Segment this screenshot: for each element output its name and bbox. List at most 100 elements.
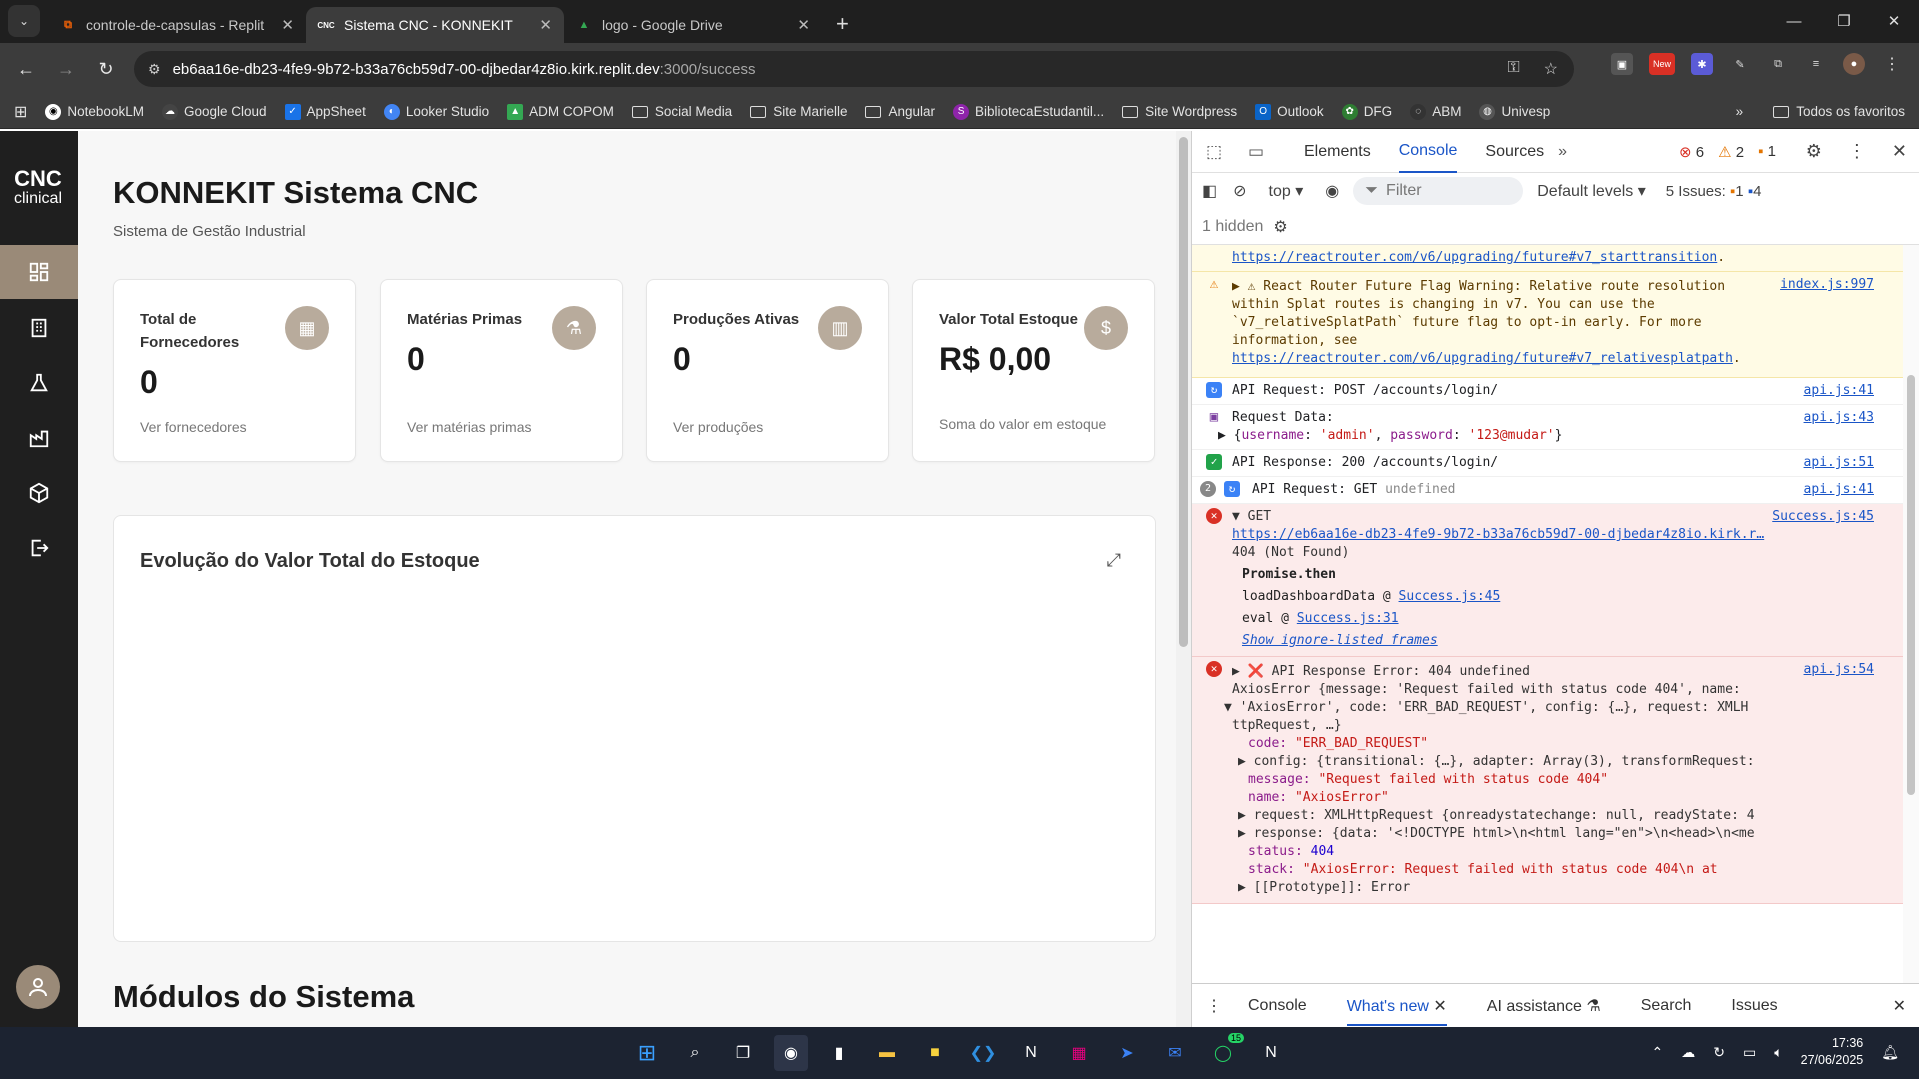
expand-icon[interactable]: ⤢ bbox=[1107, 550, 1121, 571]
issues-button[interactable]: 5 Issues: ▪1 ▪4 bbox=[1666, 183, 1762, 200]
obj-prototype[interactable]: ▶ [[Prototype]]: Error bbox=[1238, 879, 1874, 897]
apps-grid-icon[interactable]: ⊞ bbox=[14, 102, 27, 122]
bookmark-univesp[interactable]: ◍ Univesp bbox=[1479, 103, 1550, 120]
console-scrollbar[interactable] bbox=[1903, 245, 1919, 983]
notion-icon[interactable]: N bbox=[1254, 1035, 1288, 1071]
warning-count-badge[interactable]: ⚠ 2 bbox=[1718, 143, 1744, 161]
card-link[interactable]: Ver produções bbox=[673, 419, 763, 435]
clock[interactable]: 17:36 27/06/2025 bbox=[1801, 1035, 1864, 1069]
notification-bell-icon[interactable]: 🔔︎ bbox=[1881, 1044, 1899, 1061]
tab-sistema-cnc[interactable]: CNC Sistema CNC - KONNEKIT ✕ bbox=[306, 7, 564, 43]
source-link[interactable]: Success.js:45 bbox=[1772, 508, 1874, 526]
show-ignored-frames-link[interactable]: Show ignore-listed frames bbox=[1242, 633, 1438, 648]
file-explorer-icon[interactable]: ▬ bbox=[870, 1035, 904, 1071]
bookmark-social-media[interactable]: Social Media bbox=[631, 104, 732, 119]
close-drawer-tab-icon[interactable]: ✕ bbox=[1433, 998, 1446, 1015]
search-icon[interactable]: ⌕ bbox=[678, 1035, 712, 1071]
drawer-tab-search[interactable]: Search bbox=[1641, 997, 1692, 1015]
request-url[interactable]: https://eb6aa16e-db23-4fe9-9b72-b33a76cb… bbox=[1232, 527, 1764, 542]
tab-elements[interactable]: Elements bbox=[1304, 131, 1371, 173]
error-count-badge[interactable]: ⊗ 6 bbox=[1679, 143, 1704, 161]
source-link[interactable]: api.js:43 bbox=[1804, 409, 1874, 427]
bookmark-angular[interactable]: Angular bbox=[865, 104, 935, 119]
console-link[interactable]: https://reactrouter.com/v6/upgrading/fut… bbox=[1232, 351, 1733, 366]
source-link[interactable]: api.js:41 bbox=[1804, 481, 1874, 499]
close-tab-icon[interactable]: ✕ bbox=[539, 16, 552, 34]
bookmark-biblioteca[interactable]: S BibliotecaEstudantil... bbox=[953, 103, 1104, 120]
drawer-tab-whats-new[interactable]: What's new ✕ bbox=[1346, 996, 1447, 1026]
clear-console-icon[interactable]: ⊘ bbox=[1233, 181, 1246, 201]
settings-gear-icon[interactable]: ⚙ bbox=[1806, 141, 1822, 162]
axios-error-summary[interactable]: ▼ 'AxiosError', code: 'ERR_BAD_REQUEST',… bbox=[1224, 699, 1874, 717]
windows-start-icon[interactable]: ⊞ bbox=[630, 1035, 664, 1071]
site-info-icon[interactable]: ⚙ bbox=[148, 61, 161, 78]
user-avatar[interactable] bbox=[16, 965, 60, 1009]
tab-google-drive[interactable]: ▲ logo - Google Drive ✕ bbox=[564, 7, 822, 43]
card-link[interactable]: Ver matérias primas bbox=[407, 419, 531, 435]
address-bar[interactable]: ⚙ eb6aa16e-db23-4fe9-9b72-b33a76cb59d7-0… bbox=[134, 51, 1574, 87]
reload-icon[interactable]: ↻ bbox=[86, 59, 126, 80]
close-tab-icon[interactable]: ✕ bbox=[797, 16, 810, 34]
source-link[interactable]: api.js:54 bbox=[1804, 661, 1874, 679]
power-automate-icon[interactable]: ➤ bbox=[1110, 1035, 1144, 1071]
source-link[interactable]: api.js:51 bbox=[1804, 454, 1874, 472]
vscode-icon[interactable]: ❮❯ bbox=[966, 1035, 1000, 1071]
tab-replit[interactable]: ⧉ controle-de-capsulas - Replit ✕ bbox=[48, 7, 306, 43]
obj-request[interactable]: ▶ request: XMLHttpRequest {onreadystatec… bbox=[1238, 807, 1874, 825]
device-toggle-icon[interactable]: ▭ bbox=[1248, 142, 1272, 162]
context-select[interactable]: top ▾ bbox=[1269, 181, 1304, 201]
tab-search-icon[interactable]: ⌄ bbox=[8, 5, 40, 37]
more-tabs-icon[interactable]: » bbox=[1558, 143, 1567, 161]
drawer-menu-icon[interactable]: ⋮ bbox=[1206, 996, 1222, 1016]
stack-link[interactable]: Success.js:31 bbox=[1297, 611, 1399, 626]
bookmark-abm[interactable]: ◌ ABM bbox=[1410, 103, 1461, 120]
console-link[interactable]: https://reactrouter.com/v6/upgrading/fut… bbox=[1232, 250, 1717, 265]
scrollbar-thumb[interactable] bbox=[1179, 137, 1188, 647]
close-tab-icon[interactable]: ✕ bbox=[281, 16, 294, 34]
warning-text[interactable]: ▶ ⚠ React Router Future Flag Warning: Re… bbox=[1232, 278, 1874, 350]
card-link[interactable]: Ver fornecedores bbox=[140, 419, 247, 435]
task-view-icon[interactable]: ❐ bbox=[726, 1035, 760, 1071]
sidebar-item-estoque[interactable] bbox=[0, 466, 78, 520]
obj-response[interactable]: ▶ response: {data: '<!DOCTYPE html>\n<ht… bbox=[1238, 825, 1874, 843]
bookmark-looker-studio[interactable]: ◐ Looker Studio bbox=[383, 103, 489, 120]
all-bookmarks[interactable]: Todos os favoritos bbox=[1796, 104, 1905, 119]
console-filter-input[interactable]: ⏷ Filter bbox=[1353, 177, 1524, 205]
bookmark-star-icon[interactable]: ☆ bbox=[1544, 59, 1558, 79]
drawer-tab-console[interactable]: Console bbox=[1248, 997, 1307, 1015]
bookmark-site-marielle[interactable]: Site Marielle bbox=[750, 104, 847, 119]
sidebar-item-producoes[interactable] bbox=[0, 411, 78, 465]
bookmark-notebooklm[interactable]: ◉ NotebookLM bbox=[45, 103, 144, 120]
tab-console[interactable]: Console bbox=[1398, 131, 1458, 173]
password-key-icon[interactable]: ⚿ bbox=[1507, 59, 1519, 79]
bookmark-dfg[interactable]: ✿ DFG bbox=[1341, 103, 1392, 120]
sticky-notes-icon[interactable]: ■ bbox=[918, 1035, 952, 1071]
extensions-puzzle-icon[interactable]: ⧉ bbox=[1767, 53, 1789, 75]
obj-config[interactable]: ▶ config: {transitional: {…}, adapter: A… bbox=[1238, 753, 1874, 771]
terminal-icon[interactable]: ▮ bbox=[822, 1035, 856, 1071]
source-link[interactable]: api.js:41 bbox=[1804, 382, 1874, 400]
drawer-tab-issues[interactable]: Issues bbox=[1731, 997, 1777, 1015]
restore-icon[interactable]: ❐ bbox=[1819, 0, 1869, 42]
extension-icon[interactable]: ▣ bbox=[1611, 53, 1633, 75]
bookmark-appsheet[interactable]: ✓ AppSheet bbox=[284, 103, 366, 120]
extension-icon[interactable]: ✱ bbox=[1691, 53, 1713, 75]
devtools-menu-icon[interactable]: ⋮ bbox=[1848, 141, 1866, 162]
more-bookmarks-icon[interactable]: » bbox=[1736, 104, 1744, 119]
onedrive-icon[interactable]: ☁ bbox=[1681, 1044, 1695, 1061]
sidebar-item-logout[interactable] bbox=[0, 521, 78, 575]
page-scrollbar[interactable] bbox=[1176, 131, 1191, 1027]
tray-chevron-icon[interactable]: ⌃ bbox=[1652, 1044, 1664, 1061]
reading-list-icon[interactable]: ≡ bbox=[1805, 53, 1827, 75]
live-expression-eye-icon[interactable]: ◉ bbox=[1325, 181, 1339, 201]
log-levels-select[interactable]: Default levels ▾ bbox=[1537, 181, 1646, 201]
sidebar-item-fornecedores[interactable] bbox=[0, 301, 78, 355]
browser-menu-icon[interactable]: ⋮ bbox=[1881, 53, 1903, 75]
bookmark-site-wordpress[interactable]: Site Wordpress bbox=[1122, 104, 1237, 119]
sidebar-toggle-icon[interactable]: ◧ bbox=[1202, 181, 1217, 201]
close-drawer-icon[interactable]: ✕ bbox=[1893, 996, 1906, 1016]
error-text[interactable]: ▼ GET bbox=[1232, 509, 1271, 524]
stack-link[interactable]: Success.js:45 bbox=[1399, 589, 1501, 604]
minimize-icon[interactable]: — bbox=[1769, 0, 1819, 42]
bookmark-adm-copom[interactable]: ▲ ADM COPOM bbox=[507, 103, 614, 120]
